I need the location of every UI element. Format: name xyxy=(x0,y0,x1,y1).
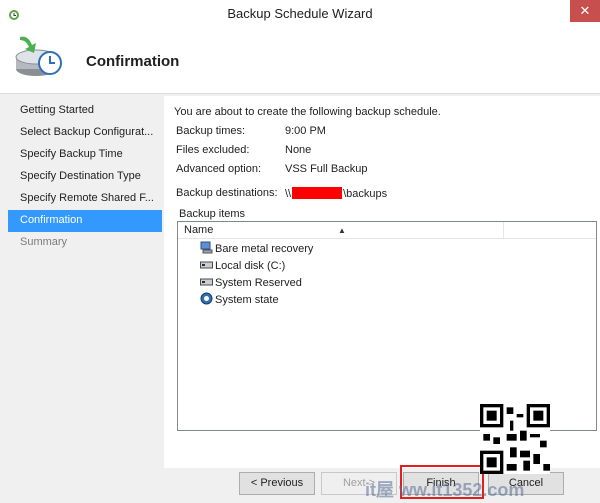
backup-items-list[interactable]: Name ▲ Bare metal recovery Local disk (C… xyxy=(177,221,597,431)
page-title: Confirmation xyxy=(86,53,180,70)
column-name-label: Name xyxy=(184,224,214,236)
wizard-header: Confirmation xyxy=(0,28,600,94)
backup-times-label: Backup times: xyxy=(176,125,246,137)
backup-items-label: Backup items xyxy=(179,208,246,220)
list-item-label: System Reserved xyxy=(215,277,302,289)
nav-step-specify-backup-time[interactable]: Specify Backup Time xyxy=(8,144,162,166)
close-icon: ✕ xyxy=(579,3,591,18)
previous-button[interactable]: < Previous xyxy=(239,472,315,495)
nav-step-specify-remote-shared-folder[interactable]: Specify Remote Shared F... xyxy=(8,188,162,210)
sort-ascending-icon: ▲ xyxy=(338,226,346,235)
system-state-icon xyxy=(200,292,213,305)
disk-drive-icon xyxy=(200,261,213,269)
redacted-server-name xyxy=(292,187,343,199)
nav-step-specify-destination-type[interactable]: Specify Destination Type xyxy=(8,166,162,188)
bare-metal-icon xyxy=(200,241,213,254)
watermark-text: it屋 ww.it1352.com xyxy=(365,480,525,500)
intro-text: You are about to create the following ba… xyxy=(174,106,441,118)
qr-code-image xyxy=(480,404,550,474)
disk-drive-icon xyxy=(200,278,213,286)
backup-destinations-label: Backup destinations: xyxy=(176,187,278,199)
list-item[interactable]: Local disk (C:) xyxy=(200,258,285,274)
backup-clock-icon xyxy=(15,36,62,76)
destination-prefix: \\ xyxy=(285,188,292,200)
column-header-name[interactable]: Name ▲ xyxy=(178,222,504,239)
list-item-label: Local disk (C:) xyxy=(215,260,286,272)
list-item[interactable]: Bare metal recovery xyxy=(200,241,313,257)
wizard-window: Backup Schedule Wizard ✕ Confirmation Ge… xyxy=(0,0,600,503)
title-bar: Backup Schedule Wizard ✕ xyxy=(0,0,600,28)
list-item[interactable]: System Reserved xyxy=(200,275,302,291)
nav-step-select-backup-configuration[interactable]: Select Backup Configurat... xyxy=(8,122,162,144)
list-item-label: Bare metal recovery xyxy=(215,243,314,255)
wizard-steps-nav: Getting Started Select Backup Configurat… xyxy=(8,100,162,254)
files-excluded-value: None xyxy=(285,144,312,156)
advanced-option-label: Advanced option: xyxy=(176,163,262,175)
window-title: Backup Schedule Wizard xyxy=(227,6,373,21)
nav-step-confirmation[interactable]: Confirmation xyxy=(8,210,162,232)
backup-destination-path: \\ \backups xyxy=(285,187,387,200)
column-header-blank[interactable] xyxy=(505,222,596,239)
files-excluded-label: Files excluded: xyxy=(176,144,250,156)
advanced-option-value: VSS Full Backup xyxy=(285,163,368,175)
list-item-label: System state xyxy=(215,294,279,306)
destination-suffix: \backups xyxy=(343,188,388,200)
close-button[interactable]: ✕ xyxy=(570,0,600,22)
nav-step-summary: Summary xyxy=(20,236,68,248)
list-item[interactable]: System state xyxy=(200,292,279,308)
nav-step-getting-started[interactable]: Getting Started xyxy=(8,100,162,122)
list-header: Name ▲ xyxy=(178,222,596,239)
backup-times-value: 9:00 PM xyxy=(285,125,326,137)
